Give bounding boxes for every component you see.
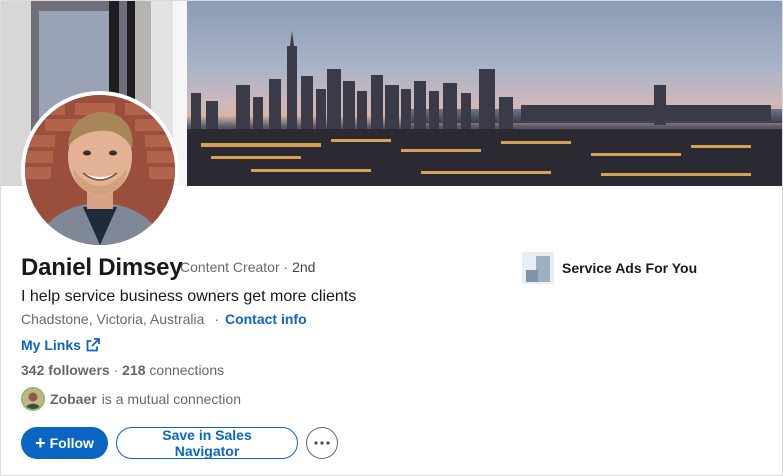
profile-photo xyxy=(25,95,175,245)
stats-separator: · xyxy=(113,362,123,378)
connections-count[interactable]: 218 xyxy=(122,362,145,378)
contact-info-link[interactable]: Contact info xyxy=(225,311,307,327)
my-links-label: My Links xyxy=(21,337,81,353)
followers-count[interactable]: 342 followers xyxy=(21,362,110,378)
more-icon xyxy=(314,441,330,445)
save-in-sales-navigator-button[interactable]: Save in Sales Navigator xyxy=(116,427,298,459)
follower-stats: 342 followers · 218 connections xyxy=(21,362,224,378)
service-ads-item[interactable]: Service Ads For You xyxy=(522,252,697,284)
follow-label: Follow xyxy=(49,435,94,451)
location-separator: · xyxy=(214,311,220,327)
my-links-link[interactable]: My Links xyxy=(21,337,100,353)
service-ads-logo-icon xyxy=(522,252,554,284)
profile-card: Daniel Dimsey Content Creator · 2nd I he… xyxy=(0,0,783,476)
mutual-text: is a mutual connection xyxy=(101,391,241,407)
follow-button[interactable]: + Follow xyxy=(21,427,108,459)
mutual-name: Zobaer xyxy=(50,391,97,407)
profile-avatar[interactable] xyxy=(21,91,179,249)
degree-separator: · xyxy=(283,259,293,275)
more-actions-button[interactable] xyxy=(306,427,338,459)
profile-title: Content Creator xyxy=(180,259,280,275)
connection-degree: 2nd xyxy=(292,259,316,275)
plus-icon: + xyxy=(35,433,46,453)
building-icon xyxy=(522,252,554,284)
profile-actions: + Follow Save in Sales Navigator xyxy=(21,427,338,459)
external-link-icon xyxy=(86,338,100,352)
profile-name: Daniel Dimsey xyxy=(21,254,183,281)
profile-headline: I help service business owners get more … xyxy=(21,288,357,305)
profile-location-row: Chadstone, Victoria, Australia · Contact … xyxy=(21,311,307,327)
mutual-avatar xyxy=(21,387,45,411)
mutual-avatar-photo xyxy=(23,389,43,409)
profile-title-degree: Content Creator · 2nd xyxy=(180,259,315,275)
service-ads-label: Service Ads For You xyxy=(562,260,698,276)
mutual-connection[interactable]: Zobaer is a mutual connection xyxy=(21,387,241,411)
connections-label: connections xyxy=(149,362,225,378)
profile-location: Chadstone, Victoria, Australia xyxy=(21,311,205,327)
